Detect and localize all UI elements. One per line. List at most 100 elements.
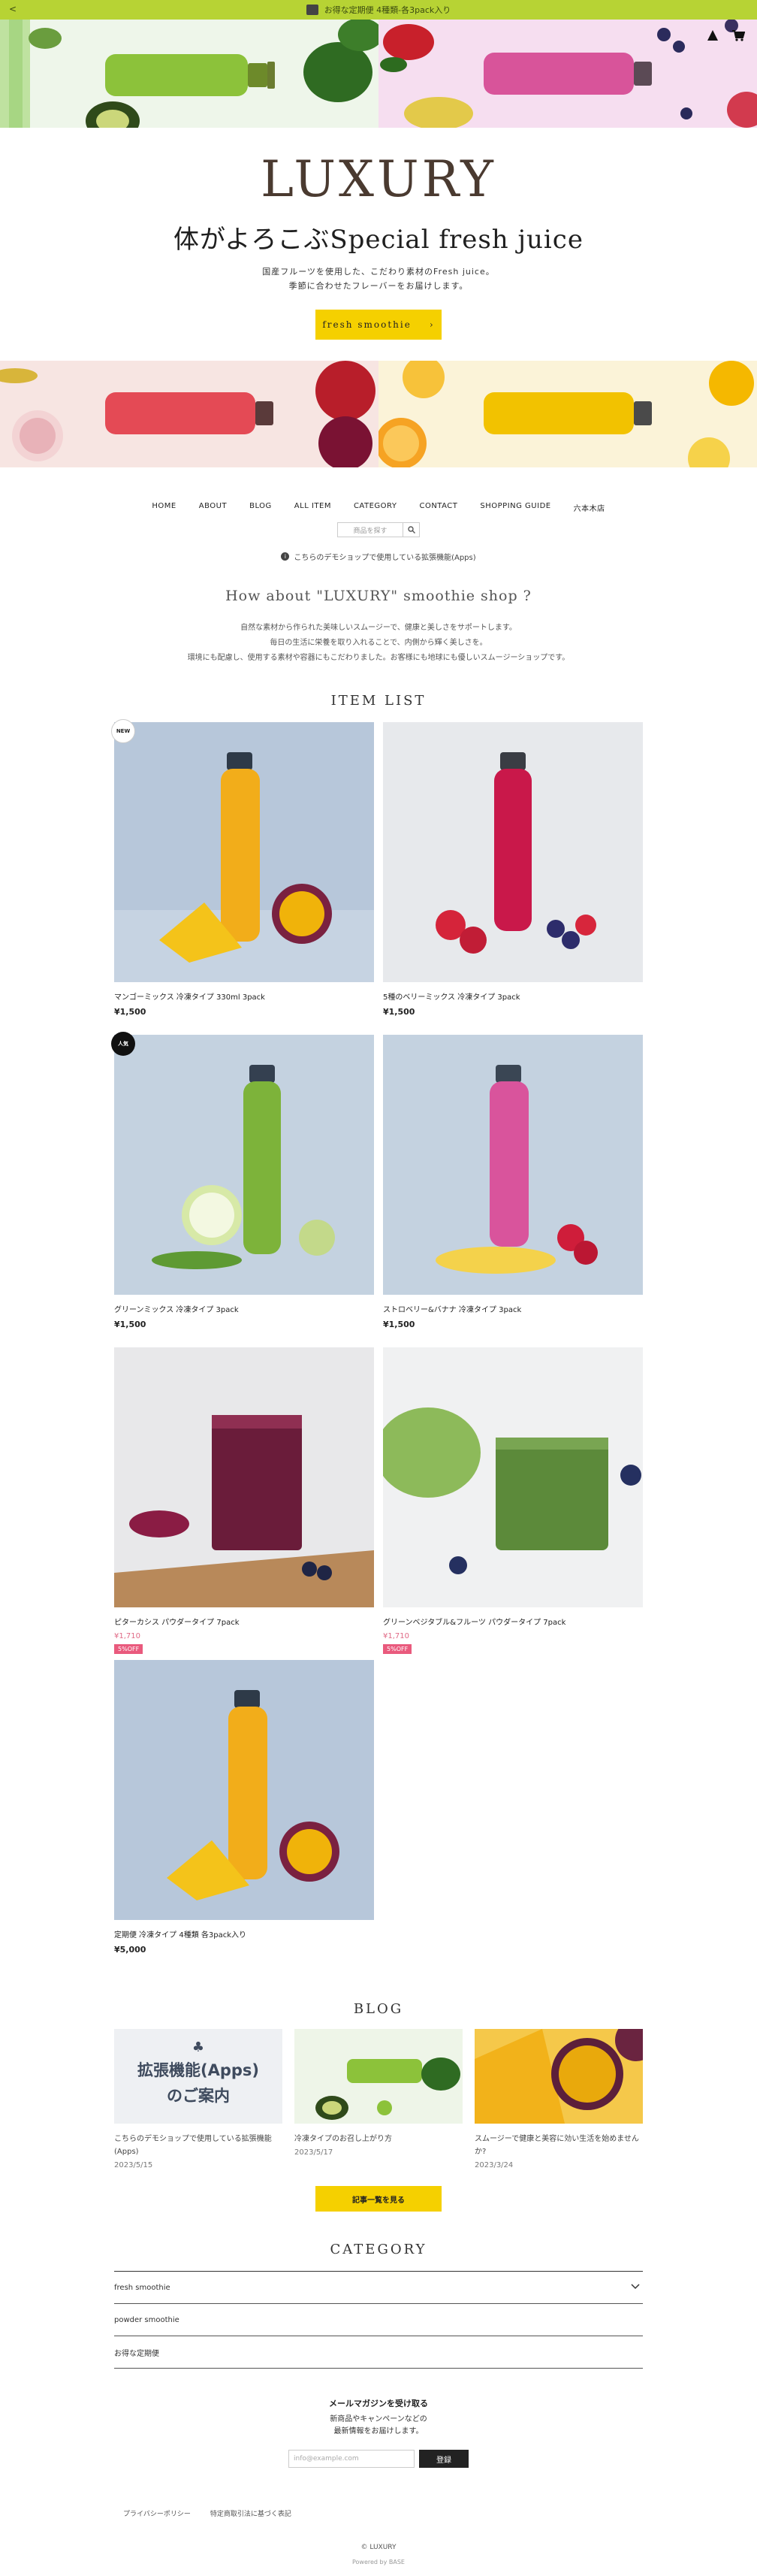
newsletter-line-2: 最新情報をお届けします。 [333, 2427, 424, 2435]
footer-links: プライバシーポリシー 特定商取引法に基づく表記 [114, 2508, 643, 2518]
blog-thumbnail[interactable]: ♣ 拡張機能(Apps) のご案内 [114, 2029, 282, 2124]
product-image[interactable] [114, 722, 374, 982]
item-list-title: ITEM LIST [330, 693, 427, 709]
product-name[interactable]: グリーンミックス 冷凍タイプ 3pack [114, 1303, 374, 1314]
copyright: © LUXURY [360, 2544, 397, 2551]
nav-category[interactable]: CATEGORY [354, 502, 397, 513]
blog-post[interactable]: 冷凍タイプのお召し上がり方 2023/5/17 [294, 2029, 463, 2169]
category-title: CATEGORY [330, 2242, 427, 2257]
product-price: ¥1,710 [383, 1632, 409, 1640]
product-image[interactable] [114, 1035, 374, 1295]
product-card[interactable]: グリーンベジタブル&フルーツ パウダータイプ 7pack ¥1,710 5%OF… [383, 1347, 643, 1660]
product-price: ¥5,000 [114, 1945, 146, 1955]
popular-badge: 人気 [111, 1032, 135, 1056]
nav-contact[interactable]: CONTACT [419, 502, 457, 513]
email-field[interactable]: info@example.com [288, 2450, 415, 2468]
item-grid: NEW マンゴーミックス 冷凍タイプ 330ml 3pack ¥1,500 5種… [111, 719, 643, 1973]
nav-shopping-guide[interactable]: SHOPPING GUIDE [480, 502, 550, 513]
product-price: ¥1,500 [114, 1007, 146, 1017]
product-name[interactable]: グリーンベジタブル&フルーツ パウダータイプ 7pack [383, 1616, 643, 1627]
view-all-posts-button[interactable]: 記事一覧を見る [315, 2186, 442, 2212]
yellow-juice-illustration [378, 361, 757, 467]
main-nav: HOME ABOUT BLOG ALL ITEM CATEGORY CONTAC… [0, 502, 757, 513]
product-card[interactable]: ピターカシス パウダータイプ 7pack ¥1,710 5%OFF [114, 1347, 374, 1660]
blog-post-title[interactable]: 冷凍タイプのお召し上がり方 [294, 2133, 463, 2145]
product-name[interactable]: マンゴーミックス 冷凍タイプ 330ml 3pack [114, 990, 374, 1002]
discount-badge: 5%OFF [114, 1644, 143, 1654]
nav-roppongi-store[interactable]: 六本木店 [574, 502, 605, 513]
club-icon: ♣ [192, 2039, 205, 2055]
product-image[interactable] [383, 1347, 643, 1607]
chevron-right-icon: › [429, 319, 435, 330]
subscribe-button[interactable]: 登録 [419, 2450, 469, 2468]
product-price: ¥1,500 [114, 1320, 146, 1329]
product-price: ¥1,500 [383, 1320, 415, 1329]
product-image[interactable] [114, 1347, 374, 1607]
nav-all-item[interactable]: ALL ITEM [294, 502, 331, 513]
legal-notice-link[interactable]: 特定商取引法に基づく表記 [210, 2508, 291, 2518]
chevron-left-icon[interactable]: < [9, 4, 17, 14]
newsletter-line-1: 新商品やキャンペーンなどの [330, 2415, 427, 2423]
category-item-powder-smoothie[interactable]: powder smoothie [114, 2304, 643, 2336]
about-text: 自然な素材から作られた美味しいスムージーで、健康と美しさをサポートします。 毎日… [0, 621, 757, 666]
announcement-text[interactable]: お得な定期便 4種類-各3pack入り [324, 4, 451, 16]
apps-notice[interactable]: i こちらのデモショップで使用している拡張機能(Apps) [0, 551, 757, 562]
about-title: How about "LUXURY" smoothie shop ? [225, 588, 532, 604]
product-image[interactable] [383, 1035, 643, 1295]
hero-image-yellow-juice [378, 361, 757, 467]
search-bar: 商品を探す [0, 522, 757, 537]
powered-by[interactable]: Powered by BASE [0, 2559, 757, 2576]
product-image[interactable] [114, 1660, 374, 1920]
privacy-policy-link[interactable]: プライバシーポリシー [123, 2508, 191, 2518]
product-image[interactable] [383, 722, 643, 982]
info-icon: i [281, 552, 290, 561]
chevron-down-icon[interactable] [631, 2283, 640, 2292]
blog-post-date: 2023/3/24 [475, 2161, 514, 2169]
newsletter-desc: 新商品やキャンペーンなどの 最新情報をお届けします。 [0, 2414, 757, 2438]
site-logo[interactable]: LUXURY [0, 150, 757, 208]
lock-icon[interactable] [706, 29, 719, 42]
about-line-1: 自然な素材から作られた美味しいスムージーで、健康と美しさをサポートします。 [240, 624, 517, 632]
blog-thumbnail[interactable] [475, 2029, 643, 2124]
nav-home[interactable]: HOME [152, 502, 176, 513]
product-card[interactable]: 5種のベリーミックス 冷凍タイプ 3pack ¥1,500 [383, 722, 643, 1035]
search-input[interactable]: 商品を探す [337, 522, 403, 537]
hero-desc-line-2: 季節に合わせたフレーバーをお届けします。 [288, 281, 469, 291]
fresh-smoothie-button[interactable]: fresh smoothie › [315, 310, 442, 340]
category-label: fresh smoothie [114, 2283, 170, 2292]
blog-title: BLOG [353, 2001, 404, 2017]
hero-image-green-juice [0, 20, 378, 128]
blog-post-title[interactable]: こちらのデモショップで使用している拡張機能(Apps) [114, 2133, 282, 2158]
green-glass-image [383, 1347, 643, 1607]
product-card[interactable]: 定期便 冷凍タイプ 4種類 各3pack入り ¥5,000 [114, 1660, 374, 1973]
product-price: ¥1,710 [114, 1632, 140, 1640]
announcement-bar[interactable]: < お得な定期便 4種類-各3pack入り [0, 0, 757, 20]
category-item-fresh-smoothie[interactable]: fresh smoothie [114, 2272, 643, 2304]
promo-thumbnail-icon [306, 5, 318, 15]
blog-post[interactable]: ♣ 拡張機能(Apps) のご案内 こちらのデモショップで使用している拡張機能(… [114, 2029, 282, 2169]
product-card[interactable]: ストロベリー&バナナ 冷凍タイプ 3pack ¥1,500 [383, 1035, 643, 1347]
hero-tagline: 体がよろこぶSpecial fresh juice [173, 225, 584, 255]
category-label: お得な定期便 [114, 2349, 159, 2358]
thumb-title-2: のご案内 [167, 2087, 230, 2105]
product-name[interactable]: 定期便 冷凍タイプ 4種類 各3pack入り [114, 1928, 374, 1940]
subscription-bottle-image [114, 1660, 374, 1920]
discount-badge: 5%OFF [383, 1644, 412, 1654]
blog-post-date: 2023/5/17 [294, 2148, 333, 2157]
blog-post[interactable]: スムージーで健康と美容に効い生活を始めませんか? 2023/3/24 [475, 2029, 643, 2169]
product-name[interactable]: ピターカシス パウダータイプ 7pack [114, 1616, 374, 1627]
product-name[interactable]: ストロベリー&バナナ 冷凍タイプ 3pack [383, 1303, 643, 1314]
search-icon[interactable] [403, 522, 420, 537]
blog-post-title[interactable]: スムージーで健康と美容に効い生活を始めませんか? [475, 2133, 643, 2158]
product-name[interactable]: 5種のベリーミックス 冷凍タイプ 3pack [383, 990, 643, 1002]
nav-blog[interactable]: BLOG [249, 502, 272, 513]
category-item-subscription[interactable]: お得な定期便 [114, 2336, 643, 2369]
product-card[interactable]: NEW マンゴーミックス 冷凍タイプ 330ml 3pack ¥1,500 [111, 719, 374, 1035]
berry-bottle-image [383, 722, 643, 982]
apps-notice-text[interactable]: こちらのデモショップで使用している拡張機能(Apps) [294, 551, 475, 562]
product-card[interactable]: 人気 グリーンミックス 冷凍タイプ 3pack ¥1,500 [111, 1032, 374, 1347]
cart-icon[interactable] [731, 29, 746, 42]
blog-thumbnail[interactable] [294, 2029, 463, 2124]
nav-about[interactable]: ABOUT [199, 502, 227, 513]
newsletter-title: メールマガジンを受け取る [329, 2399, 428, 2408]
